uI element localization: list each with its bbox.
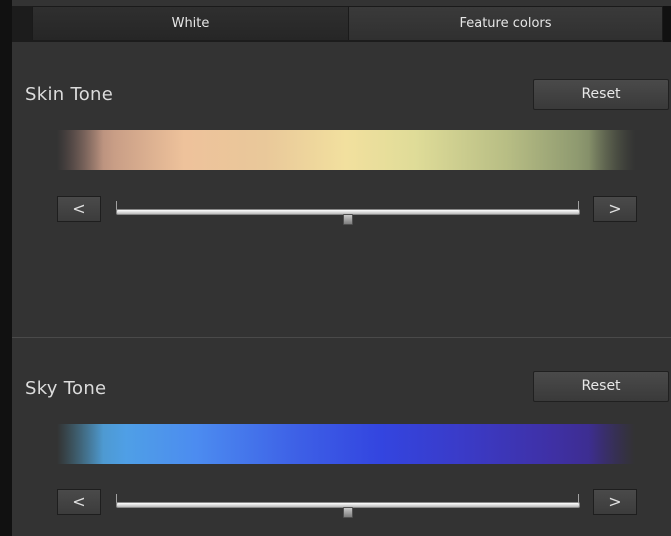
skin-increase-button[interactable]: > <box>593 196 637 222</box>
tab-bar-right-edge <box>663 6 671 42</box>
tab-feature-colors[interactable]: Feature colors <box>348 6 663 40</box>
sky-tone-gradient <box>57 424 635 464</box>
skin-slider-max-tick <box>578 201 579 210</box>
skin-tone-gradient <box>57 130 635 170</box>
sky-slider-max-tick <box>578 494 579 503</box>
sky-increase-button[interactable]: > <box>593 489 637 515</box>
sky-reset-button[interactable]: Reset <box>533 371 669 402</box>
window-left-border <box>0 0 12 536</box>
sky-decrease-button[interactable]: < <box>57 489 101 515</box>
skin-slider-thumb[interactable] <box>343 214 353 225</box>
skin-decrease-button[interactable]: < <box>57 196 101 222</box>
sky-tone-title: Sky Tone <box>25 378 107 399</box>
section-divider <box>12 337 671 338</box>
skin-tone-title: Skin Tone <box>25 84 114 105</box>
tab-white[interactable]: White <box>32 6 349 40</box>
sky-slider-thumb[interactable] <box>343 507 353 518</box>
skin-reset-button[interactable]: Reset <box>533 79 669 110</box>
